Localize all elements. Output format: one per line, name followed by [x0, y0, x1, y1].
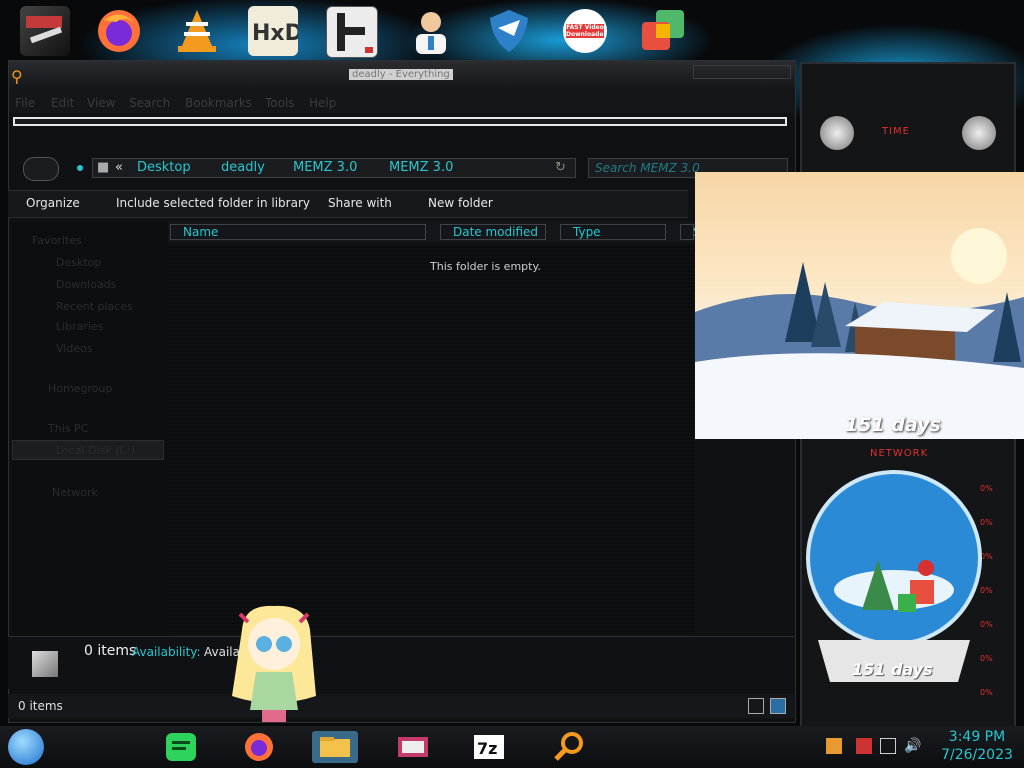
everything-search-taskbar-icon[interactable] [546, 731, 592, 763]
nav-videos[interactable]: Videos [56, 342, 93, 355]
network-label: NETWORK [870, 448, 929, 459]
file-preview-icon [32, 651, 58, 677]
taskbar: 7z 🔊 [0, 726, 1024, 768]
media-taskbar-icon[interactable] [390, 731, 436, 763]
nav-libraries[interactable]: Libraries [56, 320, 104, 333]
details-pane: 0 items Availability: Availa [8, 636, 794, 689]
details-count: 0 items [84, 643, 137, 659]
status-count: 0 items [18, 699, 63, 713]
nav-favorites[interactable]: Favorites [32, 234, 82, 247]
snow-globe-gadget[interactable]: 151 days [798, 470, 994, 695]
svg-text:7z: 7z [477, 739, 497, 758]
nav-dot-icon [77, 165, 83, 171]
menu-tools[interactable]: Tools [265, 96, 295, 110]
tiles-view-icon[interactable] [770, 698, 786, 714]
search-app-icon: ⚲ [11, 67, 23, 86]
nav-homegroup[interactable]: Homegroup [48, 382, 112, 395]
crumb-deadly[interactable]: deadly [221, 160, 265, 175]
menu-search[interactable]: Search [129, 96, 170, 110]
alien-icon-right [962, 116, 996, 150]
start-button[interactable] [8, 729, 44, 765]
availability-label: Availability: [132, 645, 201, 659]
address-bar[interactable]: ■ « Desktop deadly MEMZ 3.0 MEMZ 3.0 ↻ [92, 158, 576, 178]
menu-help[interactable]: Help [309, 96, 336, 110]
search-placeholder: Search MEMZ 3.0 [595, 161, 700, 175]
star-character-image[interactable] [224, 600, 324, 724]
crumb-desktop[interactable]: Desktop [137, 160, 191, 175]
menu-bookmarks[interactable]: Bookmarks [185, 96, 252, 110]
spotify-taskbar-icon[interactable] [158, 731, 204, 763]
window-controls[interactable] [693, 65, 791, 79]
clock-time: 3:49 PM [948, 729, 1006, 745]
status-bar: 0 items [8, 694, 794, 718]
fast-video-label: FAST Video Downloader [566, 24, 607, 38]
organize-button[interactable]: Organize [26, 196, 80, 210]
navigation-pane: Favorites Desktop Downloads Recent place… [12, 222, 170, 636]
nav-recent[interactable]: Recent places [56, 300, 133, 313]
include-library-button[interactable]: Include selected folder in library [116, 196, 310, 210]
menu-view[interactable]: View [87, 96, 115, 110]
details-view-icon[interactable] [748, 698, 764, 714]
winter-scene-image [695, 228, 1024, 439]
nav-this-pc[interactable]: This PC [48, 422, 88, 435]
refresh-icon[interactable]: ↻ [555, 160, 566, 175]
days-countdown-large: 151 days [845, 414, 941, 436]
notification-flag-icon[interactable] [826, 738, 842, 754]
7zip-taskbar-icon[interactable]: 7z [466, 731, 512, 763]
menu-bar: File Edit View Search Bookmarks Tools He… [9, 91, 795, 113]
share-with-button[interactable]: Share with [328, 196, 392, 210]
action-center-icon[interactable] [856, 738, 872, 754]
address-chevron: « [115, 160, 123, 175]
doctor-icon[interactable] [406, 6, 456, 56]
new-folder-button[interactable]: New folder [428, 196, 493, 210]
crumb-memz-2[interactable]: MEMZ 3.0 [389, 160, 453, 175]
back-forward-button[interactable] [23, 157, 59, 181]
menu-file[interactable]: File [15, 96, 35, 110]
file-list[interactable]: This folder is empty. [168, 244, 694, 634]
time-label: TIME [882, 126, 911, 137]
network-icon[interactable] [880, 738, 896, 754]
title-bar[interactable]: ⚲ deadly - Everything [9, 61, 795, 91]
vlc-icon[interactable] [172, 6, 222, 56]
column-type[interactable]: Type [560, 224, 666, 240]
command-bar: Organize Include selected folder in libr… [8, 190, 688, 218]
firefox-icon[interactable] [94, 6, 144, 56]
days-countdown-globe: 151 days [852, 660, 933, 679]
desktop-icon-row: HxD FAST Video Downloader [0, 0, 720, 62]
taskbar-clock[interactable]: 3:49 PM 7/26/2023 [932, 728, 1022, 764]
hxd-icon[interactable]: HxD [248, 6, 303, 56]
volume-icon[interactable]: 🔊 [904, 738, 921, 754]
nav-downloads[interactable]: Downloads [56, 278, 116, 291]
nav-desktop[interactable]: Desktop [56, 256, 101, 269]
crumb-memz-1[interactable]: MEMZ 3.0 [293, 160, 357, 175]
empty-folder-message: This folder is empty. [430, 260, 541, 273]
alien-icon-left [820, 116, 854, 150]
explorer-taskbar-icon[interactable] [312, 731, 358, 763]
column-size[interactable]: Si [680, 224, 704, 240]
column-name[interactable]: Name [170, 224, 426, 240]
window-title: deadly - Everything [349, 69, 453, 80]
folder-icon: ■ [97, 160, 110, 175]
hlsw-icon[interactable] [326, 6, 378, 58]
winter-countdown-gadget[interactable]: 151 days [695, 172, 1024, 439]
svg-text:HxD: HxD [252, 21, 298, 46]
app-tiles-icon[interactable] [638, 6, 688, 56]
everything-search-field[interactable] [13, 117, 787, 126]
column-date[interactable]: Date modified [440, 224, 546, 240]
firefox-taskbar-icon[interactable] [236, 731, 282, 763]
fast-video-downloader-icon[interactable]: FAST Video Downloader [560, 6, 610, 56]
clock-date: 7/26/2023 [941, 747, 1013, 763]
nav-network[interactable]: Network [52, 486, 98, 499]
tools-icon[interactable] [20, 6, 70, 56]
shield-icon[interactable] [484, 6, 534, 56]
menu-edit[interactable]: Edit [51, 96, 74, 110]
nav-local-disk[interactable]: Local Disk (C:) [56, 444, 135, 457]
